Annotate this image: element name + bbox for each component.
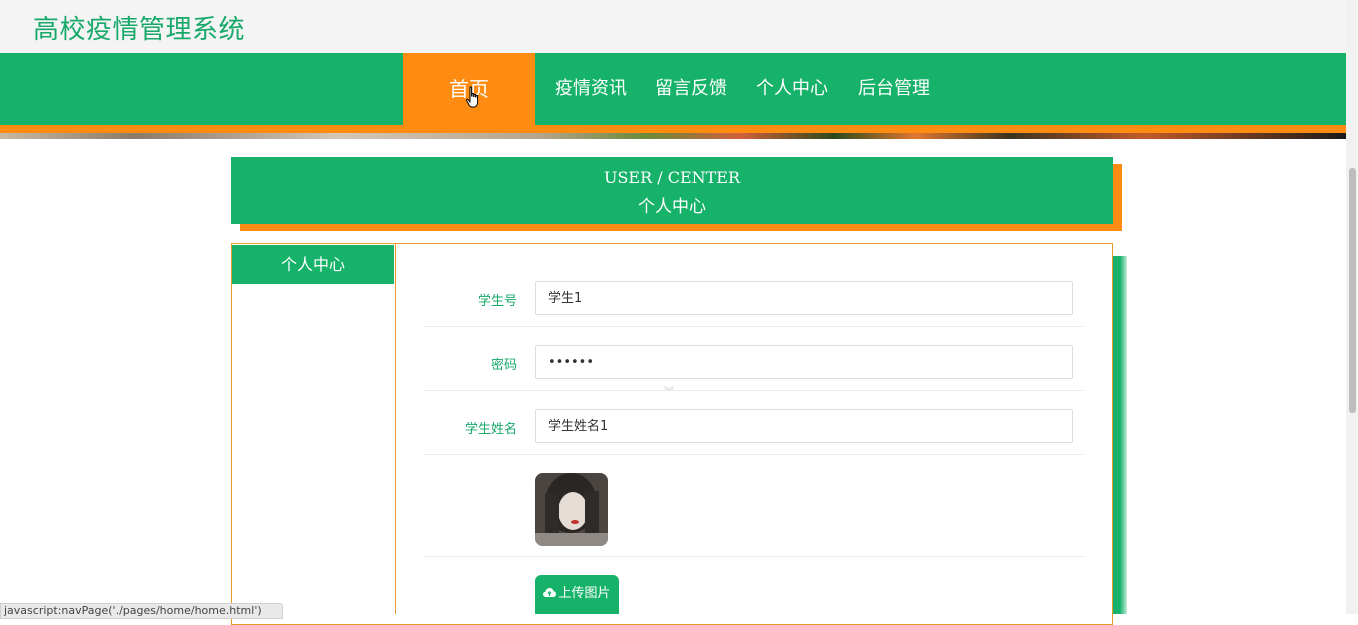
upload-image-button[interactable]: 上传图片: [535, 575, 619, 614]
nav-personal-center[interactable]: 个人中心: [753, 53, 831, 125]
row-divider: [424, 556, 1084, 557]
password-field[interactable]: ••••••: [535, 345, 1073, 379]
hand-pointer-icon: [466, 86, 479, 108]
student-id-label: 学生号: [477, 294, 517, 309]
scrollbar-thumb[interactable]: [1349, 168, 1356, 413]
row-divider: [424, 390, 1084, 391]
password-label: 密码: [490, 358, 517, 373]
status-bar-link: javascript:navPage('./pages/home/home.ht…: [0, 603, 283, 619]
student-name-label: 学生姓名: [464, 422, 517, 437]
upload-button-label: 上传图片: [558, 586, 611, 601]
nav-epidemic-news[interactable]: 疫情资讯: [552, 53, 630, 125]
scrollbar[interactable]: [1346, 0, 1358, 614]
nav-feedback[interactable]: 留言反馈: [652, 53, 730, 125]
header-chinese-title: 个人中心: [638, 197, 706, 217]
student-name-field[interactable]: 学生姓名1: [535, 409, 1073, 443]
sidebar-item-personal-center[interactable]: 个人中心: [232, 245, 394, 284]
site-title: 高校疫情管理系统: [33, 15, 246, 45]
nav-accent-line: [0, 125, 1346, 133]
avatar-portrait: [535, 473, 608, 546]
row-divider: [424, 326, 1084, 327]
section-header: USER / CENTER 个人中心: [231, 157, 1113, 224]
panel-shadow: [1113, 256, 1127, 614]
header-english-title: USER / CENTER: [603, 168, 741, 187]
avatar-image: [535, 473, 608, 546]
nav-admin[interactable]: 后台管理: [855, 53, 933, 125]
cloud-upload-icon: [543, 588, 557, 597]
row-divider: [424, 454, 1084, 455]
top-bar: 高校疫情管理系统: [0, 0, 1346, 53]
student-id-field[interactable]: 学生1: [535, 281, 1073, 315]
banner-image-strip: [0, 133, 1346, 139]
chevron-down-icon: ︾: [664, 387, 674, 398]
sidebar: 个人中心: [232, 244, 396, 614]
